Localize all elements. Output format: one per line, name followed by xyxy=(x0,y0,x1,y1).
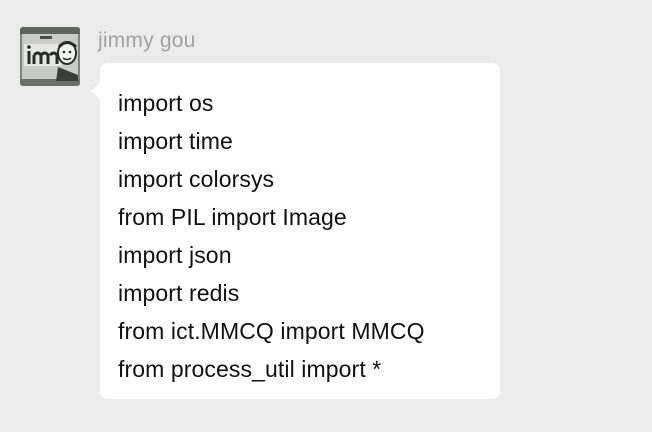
message-line: import time xyxy=(118,128,233,154)
message-line: import redis xyxy=(118,280,240,306)
message-line: import json xyxy=(118,242,232,268)
message-line: from process_util import * xyxy=(118,356,382,382)
user-avatar-icon[interactable] xyxy=(20,27,80,86)
sender-name: jimmy gou xyxy=(98,29,196,52)
message-bubble[interactable]: import os import time import colorsys fr… xyxy=(91,63,500,399)
message-line: import os xyxy=(118,90,214,116)
bubble-tail xyxy=(91,82,101,100)
chat-message: jimmy gou import os import time import c… xyxy=(0,0,652,432)
message-line: import colorsys xyxy=(118,166,275,192)
message-text: import os import time import colorsys fr… xyxy=(118,84,425,388)
message-line: from PIL import Image xyxy=(118,204,347,230)
message-line: from ict.MMCQ import MMCQ xyxy=(118,318,425,344)
